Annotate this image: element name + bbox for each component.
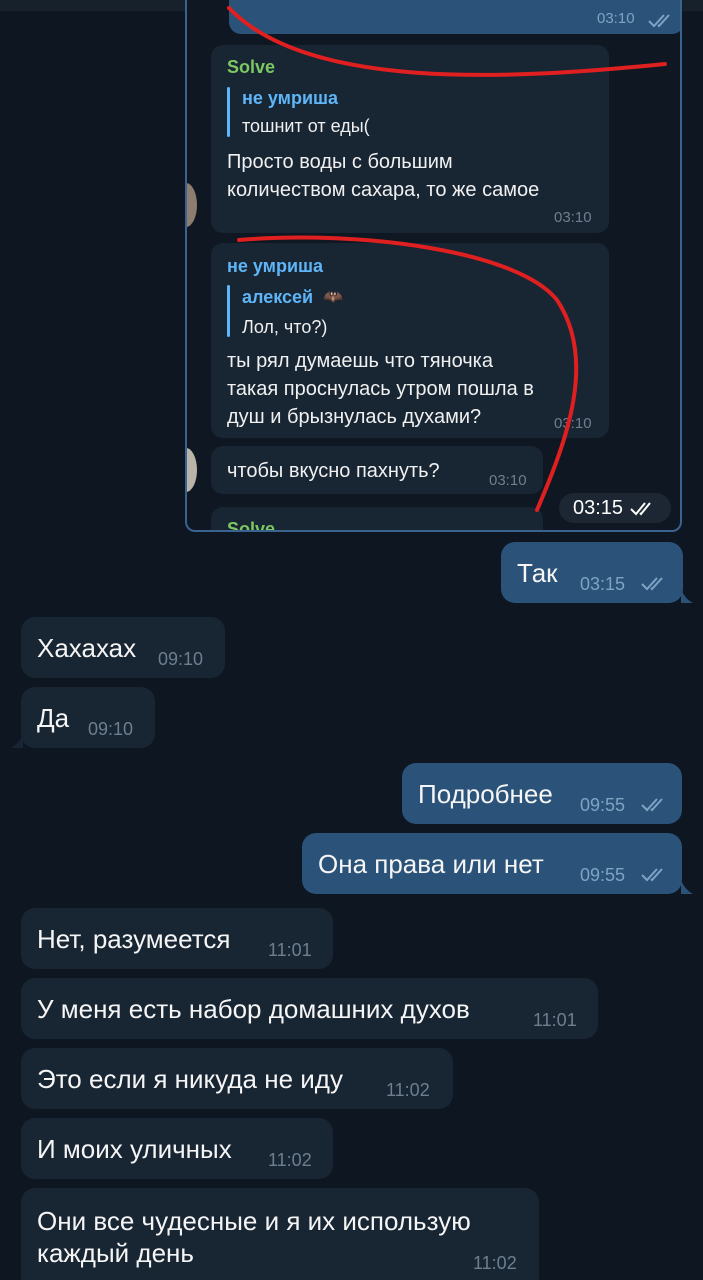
- message-text: У меня есть набор домашних духов: [37, 994, 470, 1024]
- message-time: 09:10: [88, 719, 134, 739]
- message-text: Это если я никуда не иду: [37, 1064, 343, 1094]
- message-incoming[interactable]: Они все чудесные и я их использую каждый…: [21, 1188, 539, 1280]
- read-checkmarks-icon: [641, 868, 663, 882]
- read-checkmarks-icon: [641, 798, 663, 812]
- message-outgoing[interactable]: Она права или нет 09:55: [302, 833, 682, 894]
- message-text-line: Они все чудесные и я их использую: [37, 1206, 471, 1236]
- message-outgoing[interactable]: Так 03:15: [501, 542, 683, 603]
- read-checkmarks-icon: [641, 577, 663, 591]
- message-text: Нет, разумеется: [37, 924, 231, 954]
- message-time: 11:02: [473, 1253, 517, 1273]
- message-time: 11:01: [533, 1010, 577, 1030]
- bubble-tail: [11, 734, 23, 748]
- message-incoming[interactable]: Это если я никуда не иду 11:02: [21, 1048, 453, 1109]
- message-outgoing[interactable]: Подробнее 09:55: [402, 763, 682, 824]
- bubble-tail: [681, 880, 693, 894]
- message-incoming[interactable]: Хахахах 09:10: [21, 617, 225, 678]
- message-time: 09:55: [580, 865, 626, 885]
- message-text: Так: [517, 558, 558, 588]
- message-text: Хахахах: [37, 633, 137, 663]
- message-time: 09:10: [158, 649, 204, 669]
- message-incoming[interactable]: Нет, разумеется 11:01: [21, 908, 333, 969]
- bubble-tail: [681, 589, 693, 603]
- message-incoming[interactable]: У меня есть набор домашних духов 11:01: [21, 978, 598, 1039]
- message-time: 11:02: [268, 1150, 312, 1170]
- message-time: 11:02: [386, 1080, 430, 1100]
- message-time: 03:15: [580, 574, 626, 594]
- message-text-line: каждый день: [37, 1238, 194, 1268]
- attached-screenshot[interactable]: 03:10 Solve не умриша тошнит от еды( Про…: [185, 0, 682, 532]
- message-text: Подробнее: [418, 779, 553, 809]
- message-time: 11:01: [268, 940, 312, 960]
- message-incoming[interactable]: Да 09:10: [21, 687, 155, 748]
- message-incoming[interactable]: И моих уличных 11:02: [21, 1118, 333, 1179]
- red-ink-annotation: [227, 6, 667, 512]
- message-time: 09:55: [580, 795, 626, 815]
- message-text: Да: [37, 703, 70, 733]
- message-text: И моих уличных: [37, 1134, 232, 1164]
- message-text: Она права или нет: [318, 849, 544, 879]
